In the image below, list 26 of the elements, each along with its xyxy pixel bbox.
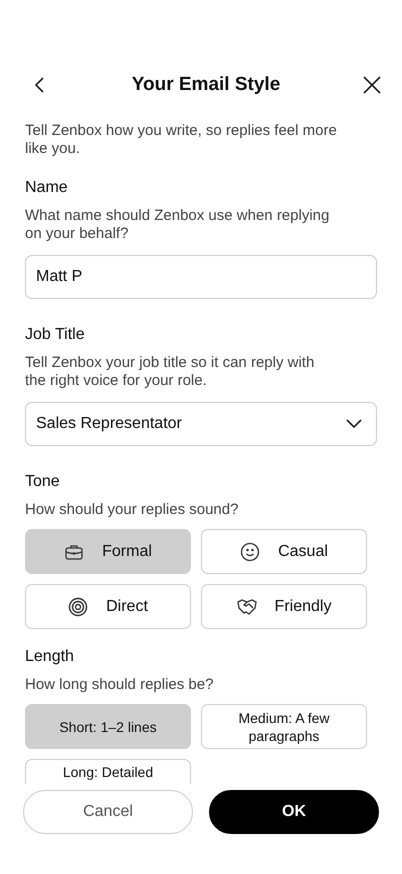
tone-option[interactable]: Friendly bbox=[201, 584, 367, 629]
chevron-down-icon bbox=[346, 419, 362, 429]
screen-title: Your Email Style bbox=[132, 74, 280, 96]
section-label: Length bbox=[25, 647, 75, 667]
section-label: Job Title bbox=[25, 325, 86, 345]
smile-icon bbox=[240, 542, 260, 562]
cancel-button[interactable]: Cancel bbox=[23, 790, 193, 834]
length-option[interactable]: Medium: A few paragraphs bbox=[201, 704, 367, 749]
length-option[interactable]: Long: Detailed bbox=[25, 759, 191, 784]
job-title-dropdown[interactable]: Sales Representator bbox=[25, 402, 377, 446]
handshake-icon bbox=[236, 596, 257, 616]
section-description: How long should replies be? bbox=[25, 676, 214, 694]
tone-option[interactable]: Direct bbox=[25, 584, 191, 629]
tone-option[interactable]: Casual bbox=[201, 529, 367, 574]
section-label: Tone bbox=[25, 472, 61, 492]
section-description: How should your replies sound? bbox=[25, 501, 240, 519]
ok-button[interactable]: OK bbox=[209, 790, 379, 834]
target-icon bbox=[68, 596, 88, 616]
section-description: What name should Zenbox use when replying on your behalf? bbox=[25, 207, 330, 243]
length-option[interactable]: Short: 1–2 lines bbox=[25, 704, 191, 749]
tone-option[interactable]: Formal bbox=[25, 529, 191, 574]
intro-text: Tell Zenbox how you write, so replies feel more like you. bbox=[25, 122, 337, 158]
name-field[interactable]: Matt P bbox=[25, 255, 377, 299]
section-label: Name bbox=[25, 178, 69, 198]
section-description: Tell Zenbox your job title so it can reply with the right voice for your role. bbox=[25, 354, 316, 390]
close-icon[interactable] bbox=[362, 75, 382, 95]
